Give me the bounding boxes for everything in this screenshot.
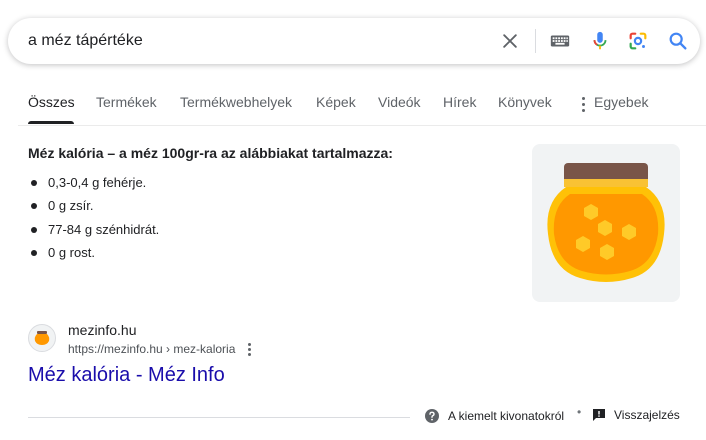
about-snippets-label: A kiemelt kivonatokról — [448, 409, 565, 423]
site-name[interactable]: mezinfo.hu — [68, 322, 136, 338]
snippet-list: 0,3-0,4 g fehérje. 0 g zsír. 77-84 g szé… — [28, 174, 159, 267]
lens-icon[interactable] — [626, 29, 650, 53]
keyboard-icon[interactable] — [548, 29, 572, 53]
snippet-thumbnail[interactable] — [532, 144, 680, 302]
help-icon — [425, 409, 439, 423]
tab-more[interactable]: Egyebek — [594, 94, 648, 110]
more-vert-icon[interactable] — [578, 96, 590, 112]
feedback-icon — [593, 409, 605, 421]
site-url[interactable]: https://mezinfo.hu › mez-kaloria — [68, 342, 235, 356]
tabs-divider — [18, 125, 706, 126]
search-icon[interactable] — [666, 29, 690, 53]
tab-news[interactable]: Hírek — [443, 94, 476, 110]
result-more-icon[interactable] — [245, 341, 255, 357]
about-snippets-link[interactable]: A kiemelt kivonatokról — [424, 408, 564, 424]
footer-divider — [28, 417, 410, 418]
tab-products[interactable]: Termékek — [96, 94, 157, 110]
snippet-heading: Méz kalória – a méz 100gr-ra az alábbiak… — [28, 145, 393, 161]
footer-separator: • — [577, 405, 582, 419]
list-item: 0 g zsír. — [28, 197, 159, 220]
search-input[interactable] — [28, 18, 468, 64]
site-favicon[interactable] — [28, 324, 56, 352]
list-item: 0 g rost. — [28, 244, 159, 267]
search-tabs: Összes Termékek Termékwebhelyek Képek Vi… — [0, 90, 706, 126]
result-title-link[interactable]: Méz kalória - Méz Info — [28, 364, 225, 387]
mic-icon[interactable] — [588, 29, 612, 53]
active-tab-indicator — [28, 121, 74, 124]
list-item: 0,3-0,4 g fehérje. — [28, 174, 159, 197]
tab-all[interactable]: Összes — [28, 94, 75, 110]
search-bar — [8, 18, 700, 64]
honey-jar-favicon-icon — [34, 331, 50, 345]
feedback-label: Visszajelzés — [614, 408, 680, 422]
tab-images[interactable]: Képek — [316, 94, 356, 110]
tab-videos[interactable]: Videók — [378, 94, 421, 110]
list-item: 77-84 g szénhidrát. — [28, 221, 159, 244]
search-bar-divider — [535, 29, 536, 53]
feedback-link[interactable]: Visszajelzés — [592, 408, 680, 422]
tab-books[interactable]: Könyvek — [498, 94, 552, 110]
tab-product-sites[interactable]: Termékwebhelyek — [180, 94, 292, 110]
clear-icon[interactable] — [498, 29, 522, 53]
honey-jar-icon — [547, 163, 665, 282]
